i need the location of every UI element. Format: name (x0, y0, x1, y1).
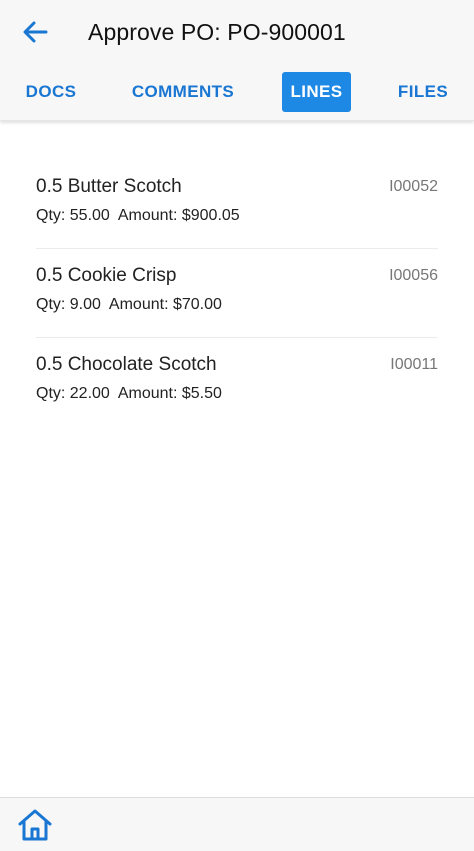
line-item-code: I00052 (389, 178, 438, 195)
home-button[interactable] (16, 807, 54, 843)
line-item-qty: Qty: 55.00 (36, 207, 110, 224)
line-item-details: Qty: 55.00 Amount: $900.05 (36, 206, 240, 226)
back-button[interactable] (18, 17, 52, 47)
arrow-left-icon (23, 21, 48, 43)
tab-bar: DOCS COMMENTS LINES FILES (0, 72, 474, 114)
line-item-details: Qty: 22.00 Amount: $5.50 (36, 384, 222, 404)
list-item[interactable]: 0.5 Butter Scotch I00052 Qty: 55.00 Amoun… (36, 160, 438, 249)
line-item-code: I00011 (390, 356, 438, 373)
line-item-code: I00056 (389, 267, 438, 284)
line-item-name: 0.5 Chocolate Scotch (36, 354, 217, 375)
tab-docs[interactable]: DOCS (18, 72, 84, 112)
tab-files[interactable]: FILES (392, 72, 454, 112)
page-title: Approve PO: PO-900001 (88, 19, 346, 45)
home-icon (18, 809, 52, 841)
line-item-amount: Amount: $900.05 (117, 207, 240, 224)
line-item-qty: Qty: 22.00 (36, 385, 110, 402)
line-item-name: 0.5 Cookie Crisp (36, 265, 177, 286)
bottom-bar (0, 797, 474, 851)
po-lines-list: 0.5 Butter Scotch I00052 Qty: 55.00 Amoun… (36, 160, 438, 427)
line-item-details: Qty: 9.00 Amount: $70.00 (36, 295, 222, 315)
list-item[interactable]: 0.5 Cookie Crisp I00056 Qty: 9.00 Amount:… (36, 249, 438, 338)
line-item-amount: Amount: $5.50 (117, 385, 222, 402)
line-item-qty: Qty: 9.00 (36, 296, 101, 313)
line-item-amount: Amount: $70.00 (108, 296, 222, 313)
list-item[interactable]: 0.5 Chocolate Scotch I00011 Qty: 22.00 Am… (36, 338, 438, 427)
tab-lines[interactable]: LINES (282, 72, 351, 112)
app-screen: Approve PO: PO-900001 DOCS COMMENTS LINE… (0, 0, 474, 851)
app-header: Approve PO: PO-900001 DOCS COMMENTS LINE… (0, 0, 474, 121)
line-item-name: 0.5 Butter Scotch (36, 176, 182, 197)
tab-comments[interactable]: COMMENTS (124, 72, 242, 112)
